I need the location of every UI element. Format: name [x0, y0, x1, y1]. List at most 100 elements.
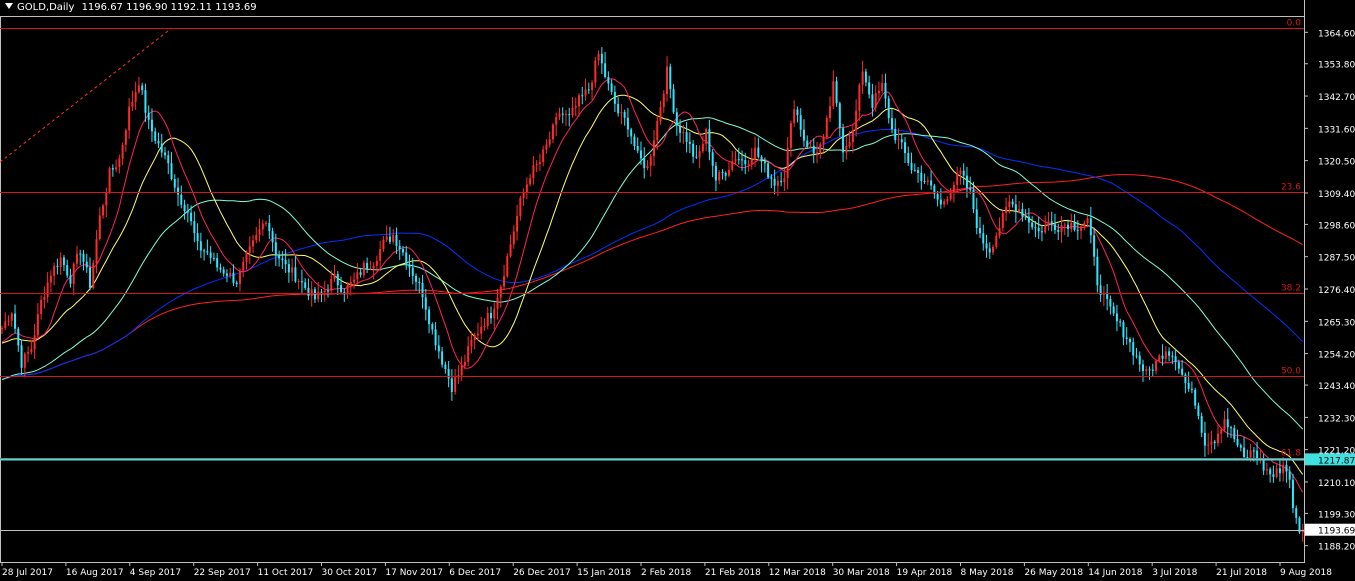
candle-body [317, 291, 320, 300]
candle-body [776, 180, 779, 186]
candle-body [131, 101, 134, 107]
candle-body [82, 253, 85, 262]
candle-body [1122, 322, 1125, 338]
candle-body [825, 118, 828, 138]
price-tick-label: 1188.20 [1318, 543, 1355, 553]
candle-body [662, 93, 665, 108]
candle-body [558, 113, 561, 117]
candle-body [160, 143, 163, 153]
candle-body [108, 168, 111, 193]
price-tick-label: 1243.40 [1318, 382, 1355, 392]
candle-body [659, 107, 662, 122]
candle-body [369, 268, 372, 270]
candle-body [141, 85, 144, 91]
candle-body [959, 170, 962, 174]
candle-body [170, 163, 173, 179]
candle-body [229, 272, 232, 276]
candle-body [1184, 374, 1187, 383]
price-tick-label: 1232.30 [1318, 414, 1355, 424]
candle-body [1190, 388, 1193, 390]
candle-body [525, 184, 528, 193]
candle-body [551, 124, 554, 140]
candle-body [636, 145, 639, 151]
candle-body [173, 178, 176, 188]
time-tick-label: 22 Sep 2017 [194, 568, 251, 578]
time-tick-label: 26 May 2018 [1024, 568, 1083, 578]
candle-body [327, 290, 329, 292]
candle-body [1177, 362, 1180, 369]
candle-body [646, 165, 649, 169]
time-tick-label: 17 Nov 2017 [385, 568, 443, 578]
candle-body [1295, 508, 1298, 518]
candle-body [1115, 313, 1118, 322]
candle-body [128, 106, 131, 131]
candle-body [789, 123, 792, 148]
candle-body [206, 251, 209, 253]
candle-body [998, 227, 1001, 236]
candle-body [441, 351, 444, 365]
candle-body [66, 265, 69, 276]
candle-body [17, 328, 20, 346]
candle-body [1008, 201, 1011, 207]
candle-body [1086, 218, 1089, 224]
candle-body [154, 131, 157, 141]
candle-body [428, 309, 431, 325]
candle-body [734, 159, 737, 162]
candle-body [617, 103, 620, 114]
candle-body [708, 129, 711, 153]
candle-body [437, 345, 440, 352]
candle-body [1083, 223, 1086, 227]
candle-body [1050, 221, 1053, 225]
candle-body [278, 255, 281, 259]
time-tick-label: 26 Dec 2017 [513, 568, 571, 578]
candle-body [1226, 419, 1229, 428]
price-tick-label: 1342.70 [1318, 93, 1355, 103]
candle-body [512, 231, 515, 245]
price-chart[interactable]: 0.0 23.6 38.2 50.0 61.8 1364.60 1353.80 1342.70… [0, 0, 1355, 581]
candle-body [186, 211, 189, 213]
candle-body [274, 242, 277, 256]
candle-body [604, 63, 607, 78]
candle-body [349, 282, 352, 285]
candle-body [418, 281, 421, 283]
candle-body [268, 222, 271, 232]
candle-body [1174, 356, 1177, 363]
candle-body [1220, 429, 1223, 434]
candle-body [613, 91, 616, 104]
candle-body [509, 244, 512, 257]
candle-body [1145, 369, 1148, 372]
candle-body [620, 112, 623, 114]
candle-body [219, 267, 222, 270]
price-tick-label: 1298.60 [1318, 221, 1355, 231]
candle-body [421, 282, 424, 298]
candle-body [180, 194, 183, 205]
time-tick-label: 30 Mar 2018 [833, 568, 890, 578]
candle-body [1236, 439, 1239, 446]
time-tick-label: 30 Oct 2017 [322, 568, 378, 578]
candle-body [242, 261, 245, 271]
candle-body [258, 229, 261, 235]
candle-body [992, 246, 995, 253]
time-tick-label: 11 Oct 2017 [258, 568, 314, 578]
candle-body [858, 84, 861, 111]
candle-body [33, 335, 36, 350]
candle-body [923, 181, 926, 183]
candle-body [1285, 464, 1288, 472]
candle-body [1171, 355, 1174, 357]
candle-body [695, 156, 698, 158]
candle-body [85, 261, 88, 268]
candle-body [164, 152, 166, 156]
candle-body [985, 243, 988, 249]
candle-body [379, 248, 382, 261]
candle-body [721, 172, 724, 174]
candle-body [313, 289, 316, 300]
candle-body [584, 89, 587, 96]
candle-body [672, 89, 675, 113]
candle-body [806, 140, 809, 147]
candle-body [124, 130, 127, 145]
candle-body [926, 180, 929, 182]
candle-body [802, 129, 805, 141]
candle-body [1093, 235, 1096, 257]
candle-body [375, 260, 378, 266]
candle-body [1148, 369, 1151, 371]
